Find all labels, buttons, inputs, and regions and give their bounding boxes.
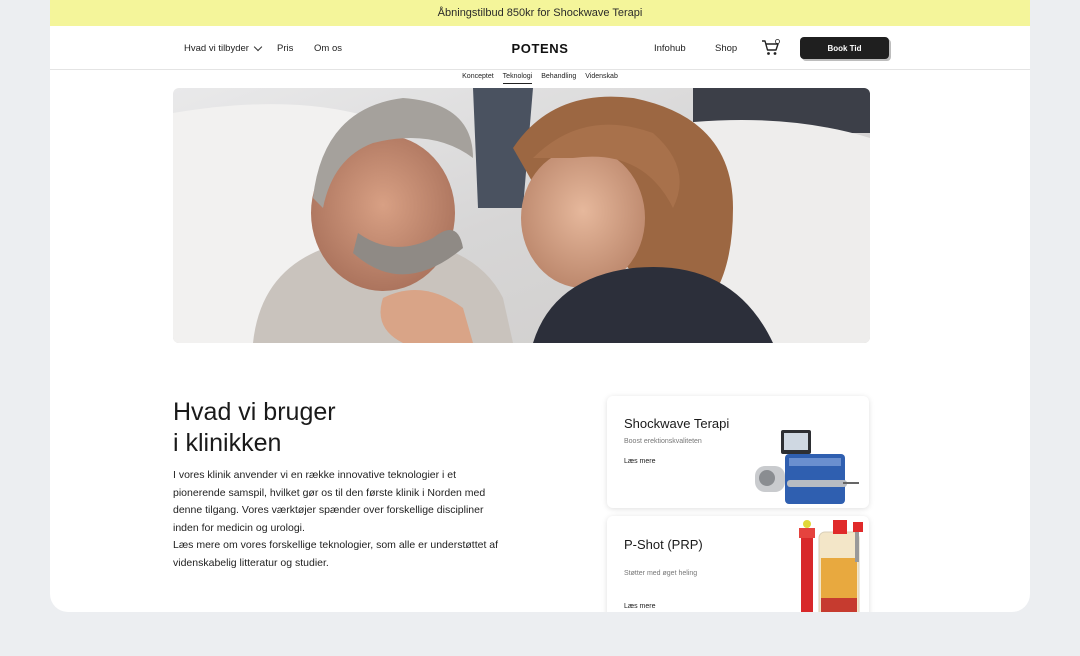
prp-tubes-image — [795, 518, 867, 612]
card-title: P-Shot (PRP) — [624, 537, 703, 552]
book-tid-label: Book Tid — [827, 43, 862, 53]
card-pshot[interactable]: P-Shot (PRP) Støtter med øget heling Læs… — [607, 516, 869, 612]
subnav-item-behandling[interactable]: Behandling — [541, 73, 576, 88]
card-read-more-link[interactable]: Læs mere — [624, 458, 656, 465]
nav-offer-label: Hvad vi tilbyder — [184, 42, 249, 54]
heading-line-1: Hvad vi bruger — [173, 398, 336, 426]
card-read-more-link[interactable]: Læs mere — [624, 603, 656, 610]
nav-price-label: Pris — [277, 42, 294, 54]
nav-price-link[interactable]: Pris — [277, 26, 293, 70]
subnav-item-konceptet[interactable]: Konceptet — [462, 73, 494, 88]
promo-banner[interactable]: Åbningstilbud 850kr for Shockwave Terapi — [50, 0, 1030, 26]
card-subtitle: Boost erektionskvaliteten — [624, 438, 702, 445]
logo-text: POTENS — [511, 40, 569, 56]
cart-icon[interactable] — [761, 39, 781, 57]
nav-about-link[interactable]: Om os — [314, 26, 342, 70]
promo-text: Åbningstilbud 850kr for Shockwave Terapi — [437, 7, 643, 19]
card-title: Shockwave Terapi — [624, 416, 730, 431]
nav-offer-dropdown[interactable]: Hvad vi tilbyder — [184, 26, 263, 70]
body-paragraph-1: I vores klinik anvender vi en række inno… — [173, 469, 486, 534]
section-heading: Hvad vi bruger i klinikken — [173, 397, 336, 459]
page-frame: Åbningstilbud 850kr for Shockwave Terapi… — [50, 0, 1030, 612]
subnav-item-teknologi[interactable]: Teknologi — [502, 73, 533, 84]
nav-shop-link[interactable]: Shop — [715, 26, 737, 70]
top-nav: Hvad vi tilbyder Pris Om os POTENS Infoh… — [50, 26, 1030, 70]
nav-infohub-link[interactable]: Infohub — [654, 26, 686, 70]
subnav-item-videnskab[interactable]: Videnskab — [585, 73, 618, 88]
chevron-down-icon — [253, 42, 263, 51]
book-tid-button[interactable]: Book Tid — [800, 37, 889, 59]
card-shockwave[interactable]: Shockwave Terapi Boost erektionskvalitet… — [607, 396, 869, 508]
nav-shop-label: Shop — [715, 42, 738, 54]
shockwave-device-image — [753, 426, 863, 508]
body-paragraph-2: Læs mere om vores forskellige teknologie… — [173, 539, 499, 569]
heading-line-2: i klinikken — [173, 429, 282, 457]
nav-infohub-label: Infohub — [654, 42, 686, 54]
nav-about-label: Om os — [314, 42, 342, 54]
sub-nav: Konceptet Teknologi Behandling Videnskab — [50, 70, 1030, 88]
section-body: I vores klinik anvender vi en række inno… — [173, 467, 503, 572]
hero-image — [173, 88, 870, 343]
card-subtitle: Støtter med øget heling — [624, 570, 698, 577]
